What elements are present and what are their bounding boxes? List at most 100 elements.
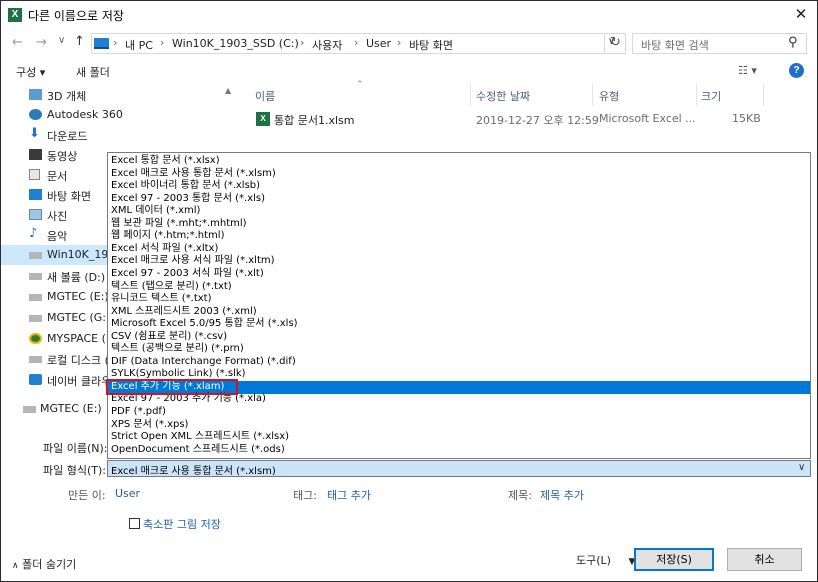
filetype-option[interactable]: Excel 97 - 2003 추가 기능 (*.xla): [108, 393, 810, 406]
close-button[interactable]: ✕: [786, 2, 816, 26]
title-value[interactable]: 제목 추가: [540, 487, 584, 503]
save-thumbnail-label[interactable]: 축소판 그림 저장: [143, 516, 221, 532]
sidebar-item-label: 문서: [47, 170, 68, 183]
tags-value[interactable]: 태그 추가: [327, 487, 371, 503]
breadcrumb-separator: ›: [300, 36, 305, 49]
column-divider[interactable]: [592, 84, 593, 106]
usb-icon: [29, 333, 42, 344]
view-options-button[interactable]: ☷ ▾: [738, 64, 757, 77]
sidebar-item-label: MGTEC (G:): [47, 311, 111, 324]
filetype-option[interactable]: OpenDocument 스프레드시트 (*.ods): [108, 444, 810, 457]
refresh-icon[interactable]: ↻: [604, 33, 626, 54]
file-name[interactable]: 통합 문서1.xlsm: [274, 112, 354, 128]
document-icon: [29, 169, 40, 180]
filetype-option[interactable]: XPS 문서 (*.xps): [108, 419, 810, 432]
breadcrumb-desktop[interactable]: 바탕 화면: [409, 37, 453, 53]
breadcrumb-separator: ›: [397, 36, 402, 49]
desktop-icon: [29, 189, 42, 200]
filetype-select[interactable]: Excel 매크로 사용 통합 문서 (*.xlsm) ∨: [107, 460, 811, 477]
filetype-label: 파일 형식(T):: [43, 464, 106, 477]
filetype-option[interactable]: Excel 97 - 2003 서식 파일 (*.xlt): [108, 268, 810, 281]
address-bar[interactable]: › 내 PC › Win10K_1903_SSD (C:) › 사용자 › Us…: [91, 33, 626, 54]
file-type: Microsoft Excel ...: [599, 112, 696, 125]
title-label: 제목:: [508, 489, 532, 502]
drive-icon: [29, 252, 42, 259]
column-divider[interactable]: [696, 84, 697, 106]
breadcrumb-users[interactable]: 사용자: [312, 37, 342, 53]
filetype-dropdown-list[interactable]: Excel 통합 문서 (*.xlsx) Excel 매크로 사용 통합 문서 (…: [107, 152, 811, 459]
forward-arrow-icon[interactable]: →: [36, 35, 47, 50]
sidebar-item-label: 3D 개체: [47, 90, 87, 103]
3d-objects-icon: [29, 89, 42, 100]
highlight-annotation-box: [106, 379, 238, 395]
filetype-option[interactable]: Strict Open XML 스프레드시트 (*.xlsx): [108, 431, 810, 444]
pictures-icon: [29, 209, 42, 220]
author-label: 만든 이:: [68, 489, 106, 502]
filetype-option[interactable]: PDF (*.pdf): [108, 406, 810, 419]
drive-icon: [29, 315, 42, 322]
filetype-option[interactable]: 텍스트 (공백으로 분리) (*.prn): [108, 343, 810, 356]
recent-locations-dropdown[interactable]: ∨: [58, 35, 65, 46]
organize-button[interactable]: 구성 ▾: [16, 64, 45, 80]
column-header-size[interactable]: 크기: [701, 88, 721, 104]
filetype-option[interactable]: Excel 97 - 2003 통합 문서 (*.xls): [108, 193, 810, 206]
video-icon: [29, 149, 42, 160]
tools-label: 도구(L): [576, 554, 611, 567]
filetype-option[interactable]: Excel 통합 문서 (*.xlsx): [108, 155, 810, 168]
sidebar-item-3d-objects[interactable]: 3D 개체: [1, 85, 234, 105]
filetype-option[interactable]: Excel 바이너리 통합 문서 (*.xlsb): [108, 180, 810, 193]
sidebar-item-autodesk[interactable]: Autodesk 360: [1, 105, 234, 125]
column-header-modified[interactable]: 수정한 날짜: [476, 88, 530, 104]
sidebar-item-label: 음악: [47, 230, 68, 243]
music-icon: ♪: [29, 226, 38, 241]
drive-icon: [23, 406, 36, 413]
tools-button[interactable]: 도구(L) ▼: [576, 552, 635, 568]
filename-label: 파일 이름(N):: [43, 442, 108, 455]
new-folder-button[interactable]: 새 폴더: [76, 64, 110, 80]
filetype-option[interactable]: 텍스트 (탭으로 분리) (*.txt): [108, 281, 810, 294]
sidebar-item-label: 사진: [47, 210, 68, 223]
cancel-button[interactable]: 취소: [727, 548, 802, 571]
search-input[interactable]: 바탕 화면 검색 ⚲: [632, 33, 807, 54]
excel-file-icon: X: [256, 112, 270, 126]
filetype-option[interactable]: Excel 매크로 사용 통합 문서 (*.xlsm): [108, 168, 810, 181]
sort-ascending-icon: ⌃: [356, 80, 364, 90]
tags-label: 태그:: [293, 489, 317, 502]
help-icon[interactable]: ?: [789, 63, 804, 78]
autodesk-icon: [29, 109, 42, 120]
download-icon: ⬇: [29, 126, 40, 141]
back-arrow-icon[interactable]: ←: [12, 35, 23, 50]
author-value[interactable]: User: [115, 487, 140, 500]
hide-folders-label: 폴더 숨기기: [22, 558, 77, 571]
breadcrumb-drive-c[interactable]: Win10K_1903_SSD (C:): [172, 37, 299, 50]
column-header-name[interactable]: 이름: [255, 88, 275, 104]
sidebar-item-label: Autodesk 360: [47, 108, 123, 121]
filetype-option[interactable]: 웹 보관 파일 (*.mht;*.mhtml): [108, 218, 810, 231]
drive-icon: [29, 294, 42, 301]
filetype-option[interactable]: XML 스프레드시트 2003 (*.xml): [108, 306, 810, 319]
breadcrumb-this-pc[interactable]: 내 PC: [125, 37, 153, 53]
save-button[interactable]: 저장(S): [634, 548, 714, 571]
filetype-option[interactable]: XML 데이터 (*.xml): [108, 205, 810, 218]
drive-icon: [29, 356, 42, 363]
hide-folders-button[interactable]: ∧ 폴더 숨기기: [12, 556, 76, 572]
search-icon: ⚲: [788, 35, 798, 50]
chevron-down-icon: ∨: [798, 462, 806, 473]
pc-icon: [94, 38, 109, 49]
column-divider[interactable]: [763, 84, 764, 106]
filetype-option[interactable]: CSV (쉼표로 분리) (*.csv): [108, 331, 810, 344]
filetype-option[interactable]: Microsoft Excel 5.0/95 통합 문서 (*.xls): [108, 318, 810, 331]
column-header-type[interactable]: 유형: [599, 88, 619, 104]
filetype-option[interactable]: 웹 페이지 (*.htm;*.html): [108, 230, 810, 243]
filetype-option[interactable]: 유니코드 텍스트 (*.txt): [108, 293, 810, 306]
search-placeholder: 바탕 화면 검색: [641, 39, 709, 52]
filetype-option[interactable]: Excel 매크로 사용 서식 파일 (*.xltm): [108, 255, 810, 268]
column-divider[interactable]: [470, 84, 471, 106]
filetype-option[interactable]: Excel 서식 파일 (*.xltx): [108, 243, 810, 256]
save-thumbnail-checkbox[interactable]: [129, 518, 140, 529]
breadcrumb-user[interactable]: User: [366, 37, 391, 50]
filetype-selected-value: Excel 매크로 사용 통합 문서 (*.xlsm): [111, 466, 276, 477]
up-arrow-icon[interactable]: ↑: [74, 34, 85, 49]
sidebar-item-downloads[interactable]: ⬇ 다운로드: [1, 125, 234, 145]
filetype-option[interactable]: DIF (Data Interchange Format) (*.dif): [108, 356, 810, 369]
